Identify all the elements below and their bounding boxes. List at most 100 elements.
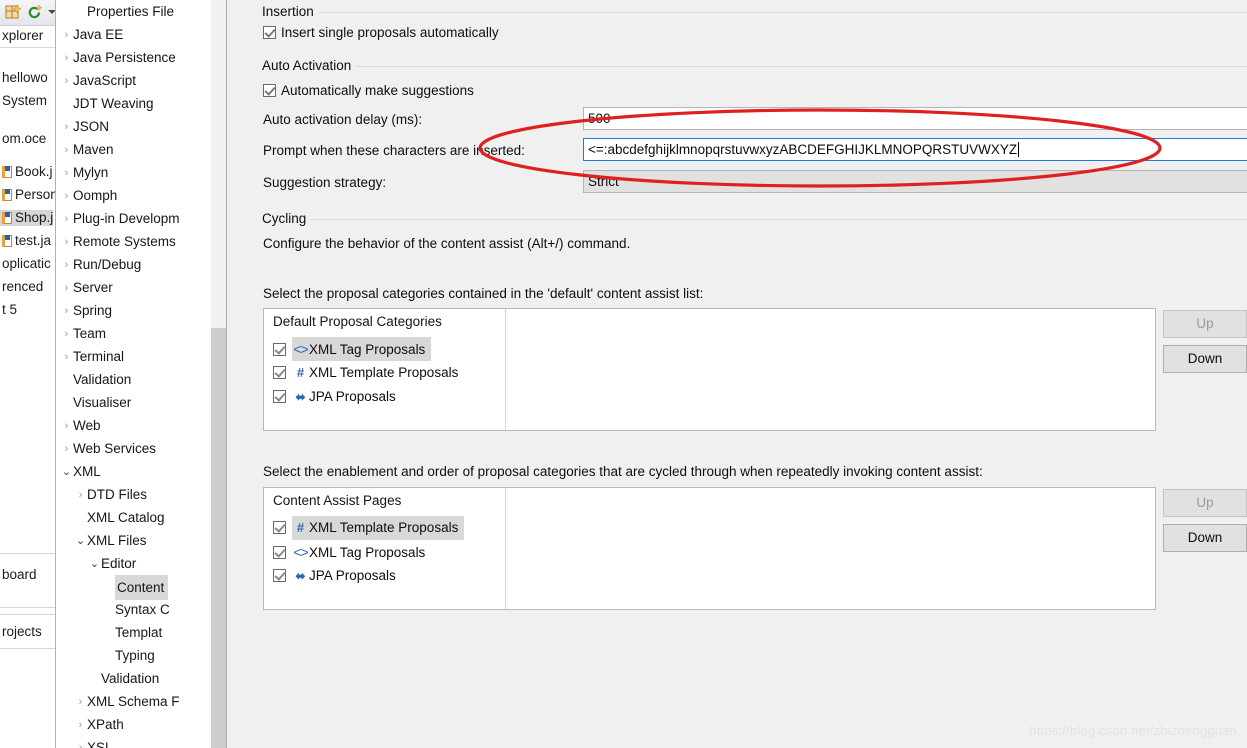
chevron-right-icon[interactable]: › bbox=[60, 185, 73, 208]
sidebar-item-content[interactable]: Content bbox=[56, 575, 211, 600]
chevron-right-icon[interactable]: › bbox=[60, 70, 73, 93]
sidebar-item-terminal[interactable]: › Terminal bbox=[56, 345, 211, 368]
refresh-icon[interactable] bbox=[26, 4, 43, 21]
auto-activation-delay-input[interactable]: 500 bbox=[583, 107, 1247, 130]
chevron-right-icon[interactable]: › bbox=[60, 208, 73, 231]
sidebar-item-java-ee[interactable]: › Java EE bbox=[56, 23, 211, 46]
row-checkbox-icon[interactable] bbox=[273, 569, 286, 582]
sidebar-item-jdt-weaving[interactable]: JDT Weaving bbox=[56, 92, 211, 115]
chevron-right-icon[interactable]: › bbox=[60, 323, 73, 346]
explorer-file-item[interactable]: test.ja bbox=[0, 233, 51, 249]
explorer-node[interactable]: renced bbox=[0, 279, 43, 295]
sidebar-item-mylyn[interactable]: › Mylyn bbox=[56, 161, 211, 184]
list-item[interactable]: ⬌ JPA Proposals bbox=[265, 564, 402, 588]
chevron-right-icon[interactable]: › bbox=[74, 484, 87, 507]
sidebar-item-json[interactable]: › JSON bbox=[56, 115, 211, 138]
explorer-node[interactable]: System bbox=[0, 93, 47, 109]
explorer-tab-label[interactable]: xplorer bbox=[0, 28, 43, 44]
sidebar-item-xml-catalog[interactable]: XML Catalog bbox=[56, 506, 211, 529]
sidebar-item-dtd-files[interactable]: › DTD Files bbox=[56, 483, 211, 506]
sidebar-item-editor[interactable]: ⌄ Editor bbox=[56, 552, 211, 575]
sidebar-item-xml[interactable]: ⌄ XML bbox=[56, 460, 211, 483]
sidebar-item-maven[interactable]: › Maven bbox=[56, 138, 211, 161]
cycle-list-up-button[interactable]: Up bbox=[1163, 489, 1247, 517]
insert-single-proposals-checkbox[interactable]: Insert single proposals automatically bbox=[263, 25, 499, 40]
chevron-right-icon[interactable]: › bbox=[60, 415, 73, 438]
chevron-right-icon[interactable]: › bbox=[60, 162, 73, 185]
list-item[interactable]: <>XML Tag Proposals bbox=[265, 337, 432, 361]
explorer-node[interactable]: hellowo bbox=[0, 70, 48, 86]
row-checkbox-icon[interactable] bbox=[273, 521, 286, 534]
list-item[interactable]: # XML Template Proposals bbox=[265, 361, 464, 385]
default-list-down-button[interactable]: Down bbox=[1163, 345, 1247, 373]
explorer-node[interactable]: board bbox=[0, 567, 37, 583]
explorer-node[interactable]: om.oce bbox=[0, 131, 46, 147]
chevron-right-icon[interactable]: › bbox=[60, 231, 73, 254]
sidebar-item-plug-in-developm[interactable]: › Plug-in Developm bbox=[56, 207, 211, 230]
chevron-right-icon[interactable]: › bbox=[60, 254, 73, 277]
sidebar-item-typing[interactable]: Typing bbox=[56, 644, 211, 667]
sidebar-item-xpath[interactable]: › XPath bbox=[56, 713, 211, 736]
sidebar-item-javascript[interactable]: › JavaScript bbox=[56, 69, 211, 92]
sidebar-item-remote-systems[interactable]: › Remote Systems bbox=[56, 230, 211, 253]
text-caret bbox=[1018, 142, 1020, 157]
preferences-tree[interactable]: Properties File › Java EE › Java Persistence… bbox=[56, 0, 211, 748]
chevron-right-icon[interactable]: › bbox=[60, 139, 73, 162]
list-item[interactable]: ⬌ JPA Proposals bbox=[265, 385, 402, 409]
tree-scrollbar-thumb[interactable] bbox=[211, 328, 226, 748]
sidebar-item-xsl[interactable]: › XSL bbox=[56, 736, 211, 748]
row-checkbox-icon[interactable] bbox=[273, 546, 286, 559]
default-list-up-button[interactable]: Up bbox=[1163, 310, 1247, 338]
explorer-node[interactable]: t 5 bbox=[0, 302, 17, 318]
row-checkbox-icon[interactable] bbox=[273, 390, 286, 403]
chevron-right-icon[interactable]: › bbox=[60, 47, 73, 70]
chevron-right-icon[interactable]: › bbox=[74, 714, 87, 737]
explorer-file-item-selected[interactable]: Shop.j bbox=[0, 210, 54, 226]
panel-divider bbox=[0, 648, 56, 649]
sidebar-item-team[interactable]: › Team bbox=[56, 322, 211, 345]
chevron-down-icon[interactable]: ⌄ bbox=[60, 461, 73, 484]
chevron-right-icon[interactable]: › bbox=[60, 438, 73, 461]
explorer-file-item[interactable]: Book.j bbox=[0, 164, 53, 180]
chevron-right-icon[interactable]: › bbox=[74, 737, 87, 748]
explorer-file-item[interactable]: Person bbox=[0, 187, 56, 203]
sidebar-item-visualiser[interactable]: Visualiser bbox=[56, 391, 211, 414]
new-wizard-icon[interactable] bbox=[5, 4, 22, 21]
sidebar-item-server[interactable]: › Server bbox=[56, 276, 211, 299]
cycle-list-down-button[interactable]: Down bbox=[1163, 524, 1247, 552]
suggestion-strategy-combo[interactable]: Strict bbox=[583, 170, 1247, 193]
sidebar-item-validation[interactable]: Validation bbox=[56, 667, 211, 690]
sidebar-item-validation[interactable]: Validation bbox=[56, 368, 211, 391]
sidebar-item-templat[interactable]: Templat bbox=[56, 621, 211, 644]
sidebar-item-run-debug[interactable]: › Run/Debug bbox=[56, 253, 211, 276]
tree-vertical-scrollbar[interactable] bbox=[211, 0, 226, 748]
chevron-right-icon[interactable]: › bbox=[60, 300, 73, 323]
prompt-characters-input[interactable]: <=:abcdefghijklmnopqrstuvwxyzABCDEFGHIJK… bbox=[583, 138, 1247, 161]
default-proposal-categories-list[interactable]: Default Proposal Categories <>XML Tag Pr… bbox=[263, 308, 1156, 431]
list-item[interactable]: <>XML Tag Proposals bbox=[265, 540, 431, 564]
content-assist-pages-list[interactable]: Content Assist Pages # XML Template Propo… bbox=[263, 487, 1156, 610]
chevron-right-icon[interactable]: › bbox=[60, 277, 73, 300]
chevron-down-icon[interactable]: ⌄ bbox=[74, 530, 87, 553]
sidebar-item-properties-file[interactable]: Properties File bbox=[56, 0, 211, 23]
list-item[interactable]: # XML Template Proposals bbox=[265, 516, 465, 540]
chevron-down-icon[interactable]: ⌄ bbox=[88, 553, 101, 576]
row-checkbox-icon[interactable] bbox=[273, 366, 286, 379]
sidebar-item-web[interactable]: › Web bbox=[56, 414, 211, 437]
sidebar-item-spring[interactable]: › Spring bbox=[56, 299, 211, 322]
chevron-right-icon[interactable]: › bbox=[74, 691, 87, 714]
chevron-right-icon[interactable]: › bbox=[60, 24, 73, 47]
sidebar-item-xml-files[interactable]: ⌄ XML Files bbox=[56, 529, 211, 552]
sidebar-item-xml-schema-f[interactable]: › XML Schema F bbox=[56, 690, 211, 713]
chevron-right-icon[interactable]: › bbox=[60, 346, 73, 369]
sidebar-item-syntax-c[interactable]: Syntax C bbox=[56, 598, 211, 621]
list-item-label: XML Template Proposals bbox=[309, 365, 459, 380]
sidebar-item-web-services[interactable]: › Web Services bbox=[56, 437, 211, 460]
auto-suggestions-checkbox[interactable]: Automatically make suggestions bbox=[263, 83, 474, 98]
explorer-node[interactable]: oplicatic bbox=[0, 256, 51, 272]
explorer-node[interactable]: rojects bbox=[0, 624, 42, 640]
chevron-right-icon[interactable]: › bbox=[60, 116, 73, 139]
sidebar-item-oomph[interactable]: › Oomph bbox=[56, 184, 211, 207]
row-checkbox-icon[interactable] bbox=[273, 343, 286, 356]
sidebar-item-java-persistence[interactable]: › Java Persistence bbox=[56, 46, 211, 69]
